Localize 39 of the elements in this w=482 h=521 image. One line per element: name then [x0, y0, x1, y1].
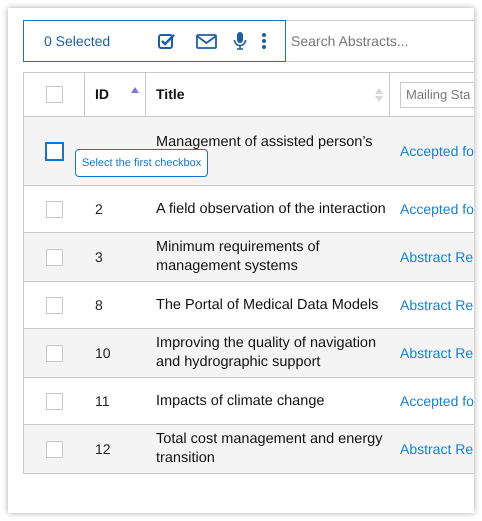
- id-cell-text: 2: [95, 200, 103, 218]
- status-link[interactable]: Abstract Re: [400, 246, 474, 268]
- tooltip: Select the first checkbox: [75, 149, 208, 177]
- column-header[interactable]: ID: [85, 73, 146, 116]
- id-cell-text: 10: [95, 344, 111, 362]
- column-header[interactable]: Title: [146, 73, 390, 116]
- title-cell: Management of assisted person’s: [156, 133, 373, 152]
- title-cell: The Portal of Medical Data Models: [156, 296, 378, 314]
- search-field[interactable]: Search Abstracts...: [286, 20, 474, 62]
- title-cell-text: Improving the quality of navigation and hydrographic support: [156, 334, 378, 372]
- checkbox[interactable]: [46, 392, 63, 410]
- sort-ascending-icon[interactable]: [131, 87, 139, 93]
- status-link[interactable]: Accepted fo: [400, 140, 474, 162]
- id-cell-text: 11: [95, 392, 110, 410]
- checkbox[interactable]: [46, 440, 63, 458]
- more-icon[interactable]: [262, 33, 266, 49]
- status-link[interactable]: Abstract Re: [400, 294, 474, 316]
- filter-field[interactable]: Mailing Sta: [400, 82, 474, 108]
- mail-icon[interactable]: [196, 34, 217, 48]
- checkbox[interactable]: [46, 200, 63, 218]
- sort-icon[interactable]: [375, 88, 383, 102]
- selected-count: 0 Selected: [44, 32, 112, 50]
- microphone-icon[interactable]: [233, 32, 247, 50]
- checkbox-icon[interactable]: [158, 33, 176, 49]
- id-cell-text: 3: [95, 248, 103, 266]
- checkbox[interactable]: [46, 296, 63, 314]
- title-cell-text: Minimum requirements of management systems: [156, 238, 321, 276]
- status-link[interactable]: Accepted fo: [400, 390, 474, 412]
- id-cell-text: 12: [95, 440, 111, 458]
- checkbox[interactable]: [46, 86, 62, 103]
- status-link[interactable]: Abstract Re: [400, 342, 474, 364]
- id-cell-text: 8: [95, 296, 103, 314]
- status-link[interactable]: Abstract Re: [400, 438, 474, 460]
- title-cell: A field observation of the interaction: [156, 200, 386, 218]
- checkbox[interactable]: [46, 248, 63, 266]
- checkbox[interactable]: [46, 344, 63, 362]
- title-cell-text: Total cost management and energy transition: [156, 430, 384, 468]
- title-cell: Impacts of climate change: [156, 392, 324, 410]
- status-link[interactable]: Accepted fo: [400, 198, 474, 220]
